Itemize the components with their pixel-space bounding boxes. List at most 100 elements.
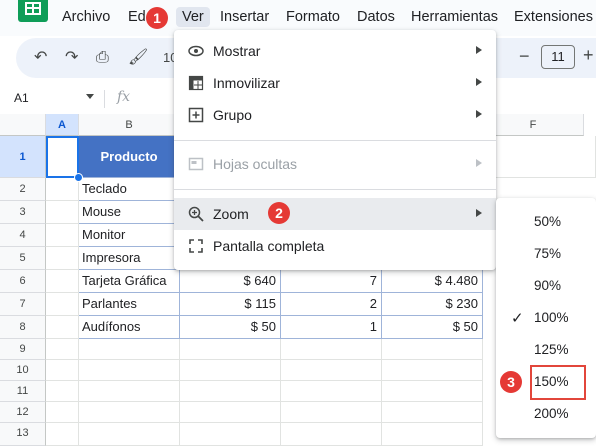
menu-editar[interactable]: Ed xyxy=(128,9,146,25)
cell[interactable] xyxy=(46,247,79,270)
view-menu-item-pantalla-completa[interactable]: Pantalla completa xyxy=(174,230,496,262)
cell[interactable] xyxy=(382,339,483,360)
row-header-6[interactable]: 6 xyxy=(0,270,46,293)
cell[interactable] xyxy=(180,339,281,360)
fill-handle[interactable] xyxy=(74,173,83,182)
cell[interactable] xyxy=(46,423,79,446)
menu-ver[interactable]: Ver xyxy=(176,7,210,27)
cell[interactable] xyxy=(79,381,180,402)
menu-insertar[interactable]: Insertar xyxy=(220,9,269,25)
cell[interactable] xyxy=(180,402,281,423)
table-cell-price[interactable]: $ 640 xyxy=(180,270,281,293)
row-header-7[interactable]: 7 xyxy=(0,293,46,316)
table-cell-qty[interactable]: 7 xyxy=(281,270,382,293)
undo-icon[interactable]: ↶ xyxy=(34,49,47,67)
zoom-option-200[interactable]: 200% xyxy=(496,397,596,429)
cell[interactable] xyxy=(382,381,483,402)
cell[interactable] xyxy=(79,423,180,446)
sheets-logo-icon[interactable] xyxy=(18,0,48,22)
menu-datos[interactable]: Datos xyxy=(357,9,395,25)
zoom-option-50[interactable]: 50% xyxy=(496,205,596,237)
table-cell-qty[interactable]: 1 xyxy=(281,316,382,339)
cell[interactable] xyxy=(46,201,79,224)
view-menu-item-inmovilizar[interactable]: Inmovilizar xyxy=(174,67,496,99)
table-cell-total[interactable]: $ 50 xyxy=(382,316,483,339)
table-cell-price[interactable]: $ 50 xyxy=(180,316,281,339)
increase-font-size-button[interactable]: + xyxy=(583,45,594,66)
table-cell-product[interactable]: Parlantes xyxy=(79,293,180,316)
row-header-10[interactable]: 10 xyxy=(0,360,46,381)
cell[interactable] xyxy=(281,339,382,360)
cell[interactable] xyxy=(281,423,382,446)
cell[interactable] xyxy=(382,360,483,381)
name-box-dropdown-icon[interactable] xyxy=(86,94,94,99)
cell[interactable] xyxy=(79,339,180,360)
row-header-9[interactable]: 9 xyxy=(0,339,46,360)
row-header-5[interactable]: 5 xyxy=(0,247,46,270)
zoom-option-100[interactable]: ✓ 100% xyxy=(496,301,596,333)
cell[interactable] xyxy=(46,178,79,201)
table-cell-product[interactable]: Impresora xyxy=(79,247,180,270)
cell[interactable] xyxy=(180,360,281,381)
row-header-2[interactable]: 2 xyxy=(0,178,46,201)
cell[interactable] xyxy=(46,316,79,339)
cell[interactable] xyxy=(46,360,79,381)
cell[interactable] xyxy=(46,339,79,360)
cell[interactable] xyxy=(180,381,281,402)
row-header-3[interactable]: 3 xyxy=(0,201,46,224)
column-header-f[interactable]: F xyxy=(483,114,584,136)
cell[interactable] xyxy=(281,381,382,402)
view-menu-item-zoom[interactable]: Zoom xyxy=(174,198,496,230)
font-size-input[interactable]: 11 xyxy=(541,45,575,69)
table-header-producto[interactable]: Producto xyxy=(79,136,180,178)
table-cell-product[interactable]: Tarjeta Gráfica xyxy=(79,270,180,293)
cell[interactable] xyxy=(382,402,483,423)
print-icon[interactable]: ⎙ xyxy=(96,49,109,67)
table-cell-product[interactable]: Teclado xyxy=(79,178,180,201)
cell[interactable] xyxy=(46,293,79,316)
select-all-corner[interactable] xyxy=(0,114,46,136)
name-box[interactable]: A1 xyxy=(14,91,29,105)
menu-archivo[interactable]: Archivo xyxy=(62,9,110,25)
zoom-option-90[interactable]: 90% xyxy=(496,269,596,301)
row-header-13[interactable]: 13 xyxy=(0,423,46,446)
menu-formato[interactable]: Formato xyxy=(286,9,340,25)
column-header-b[interactable]: B xyxy=(79,114,180,136)
cell[interactable] xyxy=(281,360,382,381)
cell[interactable] xyxy=(46,270,79,293)
menu-herramientas[interactable]: Herramientas xyxy=(411,9,498,25)
row-header-12[interactable]: 12 xyxy=(0,402,46,423)
cell[interactable] xyxy=(79,402,180,423)
cell[interactable] xyxy=(46,381,79,402)
view-menu-item-grupo[interactable]: Grupo xyxy=(174,99,496,131)
cell[interactable] xyxy=(180,423,281,446)
paint-format-icon[interactable]: 🖌 xyxy=(128,49,148,67)
cell[interactable] xyxy=(46,224,79,247)
cell[interactable] xyxy=(46,402,79,423)
row-header-1[interactable]: 1 xyxy=(0,136,46,178)
zoom-option-75[interactable]: 75% xyxy=(496,237,596,269)
menu-extensiones[interactable]: Extensiones xyxy=(514,9,593,25)
table-cell-product[interactable]: Monitor xyxy=(79,224,180,247)
decrease-font-size-button[interactable]: − xyxy=(519,46,530,67)
cell[interactable] xyxy=(79,360,180,381)
row-header-11[interactable]: 11 xyxy=(0,381,46,402)
redo-icon[interactable]: ↷ xyxy=(65,49,78,67)
table-cell-product[interactable]: Mouse xyxy=(79,201,180,224)
zoom-option-label: 100% xyxy=(534,310,569,325)
table-cell-total[interactable]: $ 230 xyxy=(382,293,483,316)
cell[interactable] xyxy=(281,402,382,423)
row-header-8[interactable]: 8 xyxy=(0,316,46,339)
cell[interactable] xyxy=(382,423,483,446)
table-cell-qty[interactable]: 2 xyxy=(281,293,382,316)
zoom-option-125[interactable]: 125% xyxy=(496,333,596,365)
view-menu-item-mostrar[interactable]: Mostrar xyxy=(174,35,496,67)
table-cell-total[interactable]: $ 4.480 xyxy=(382,270,483,293)
table-cell-product[interactable]: Audífonos xyxy=(79,316,180,339)
submenu-arrow-icon xyxy=(476,209,482,217)
row-header-4[interactable]: 4 xyxy=(0,224,46,247)
table-cell-price[interactable]: $ 115 xyxy=(180,293,281,316)
cell[interactable] xyxy=(483,136,596,178)
active-cell-a1[interactable] xyxy=(46,136,79,178)
column-header-a[interactable]: A xyxy=(46,114,79,136)
